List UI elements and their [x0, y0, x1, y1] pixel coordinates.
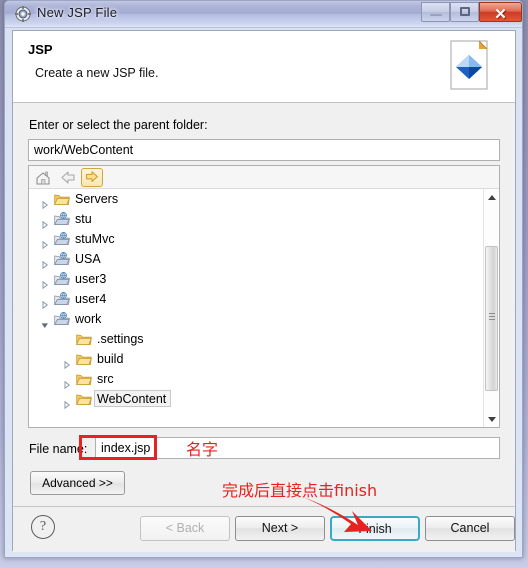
cancel-button[interactable]: Cancel — [425, 516, 515, 541]
help-icon[interactable]: ? — [31, 515, 55, 539]
folder-icon — [76, 332, 92, 346]
tree-item-label: stuMvc — [75, 232, 115, 246]
tree-item[interactable]: stu — [29, 209, 483, 230]
next-button[interactable]: Next > — [235, 516, 325, 541]
parent-folder-label: Enter or select the parent folder: — [29, 118, 208, 132]
finish-button[interactable]: Finish — [330, 516, 420, 541]
chevron-right-icon[interactable] — [63, 355, 71, 370]
tree-item[interactable]: WebContent — [29, 389, 483, 410]
file-name-input[interactable] — [95, 437, 500, 459]
chevron-right-icon[interactable] — [41, 195, 49, 210]
scrollbar-thumb[interactable] — [485, 246, 498, 391]
tree-item-label: USA — [75, 252, 101, 266]
file-name-label: File name: — [29, 442, 88, 456]
tree-item[interactable]: src — [29, 369, 483, 390]
folder-icon — [76, 392, 92, 406]
scroll-down-button[interactable] — [484, 411, 499, 427]
chevron-down-icon[interactable] — [41, 315, 49, 328]
page-title: JSP — [28, 42, 53, 57]
tree-item-label: src — [97, 372, 114, 386]
back-button[interactable]: < Back — [140, 516, 230, 541]
maximize-icon — [460, 7, 470, 16]
scroll-up-button[interactable] — [484, 189, 499, 205]
eclipse-gear-icon — [15, 6, 31, 22]
back-arrow-icon[interactable] — [57, 168, 79, 187]
close-icon: ✕ — [494, 7, 507, 23]
folder-icon — [76, 372, 92, 386]
chevron-right-icon[interactable] — [41, 275, 49, 290]
web-project-icon — [54, 232, 70, 246]
chevron-right-icon[interactable] — [63, 395, 71, 410]
tree-scrollbar[interactable] — [483, 189, 499, 427]
web-project-icon — [54, 292, 70, 306]
tree-item[interactable]: .settings — [29, 329, 483, 349]
chevron-right-icon[interactable] — [41, 235, 49, 250]
folder-tree-list[interactable]: Servers stu stuMvc USA user3 user4 work … — [29, 189, 483, 427]
tree-item-label: user3 — [75, 272, 107, 286]
maximize-button[interactable] — [450, 2, 479, 22]
close-button[interactable]: ✕ — [479, 2, 522, 23]
folder-tree-panel[interactable]: Servers stu stuMvc USA user3 user4 work … — [28, 165, 500, 428]
new-jsp-file-dialog: JSP Create a new JSP file. Enter or sele… — [12, 30, 516, 552]
home-icon[interactable] — [33, 168, 55, 187]
tree-item[interactable]: Servers — [29, 189, 483, 210]
advanced-button[interactable]: Advanced >> — [30, 471, 125, 495]
tree-item[interactable]: stuMvc — [29, 229, 483, 250]
jsp-file-icon — [450, 40, 488, 90]
folder-icon — [54, 192, 70, 206]
window-title: New JSP File — [37, 5, 118, 20]
screen: New JSP File ✕ JSP Create a new JSP file… — [0, 0, 528, 568]
forward-arrow-icon[interactable] — [81, 168, 103, 187]
web-project-icon — [54, 312, 70, 326]
tree-item[interactable]: USA — [29, 249, 483, 270]
chevron-right-icon[interactable] — [63, 375, 71, 390]
tree-item[interactable]: user4 — [29, 289, 483, 310]
tree-item-label: WebContent — [97, 392, 167, 406]
parent-folder-input[interactable] — [28, 139, 500, 161]
tree-item-label: user4 — [75, 292, 107, 306]
chevron-up-icon — [488, 195, 496, 200]
folder-icon — [76, 352, 92, 366]
minimize-button[interactable] — [421, 2, 450, 22]
annotation-finish-note: 完成后直接点击finish — [222, 481, 378, 500]
tree-item-label: work — [75, 312, 102, 326]
tree-item-label: Servers — [75, 192, 119, 206]
web-project-icon — [54, 212, 70, 226]
dialog-window: New JSP File ✕ JSP Create a new JSP file… — [4, 0, 523, 558]
tree-item-label: stu — [75, 212, 92, 226]
tree-item[interactable]: work — [29, 309, 483, 329]
dialog-header: JSP Create a new JSP file. — [13, 31, 515, 103]
page-description: Create a new JSP file. — [35, 66, 159, 80]
dialog-button-bar: ? < Back Next > Finish Cancel — [13, 507, 515, 552]
chevron-right-icon[interactable] — [41, 295, 49, 310]
chevron-down-icon — [488, 417, 496, 422]
web-project-icon — [54, 252, 70, 266]
web-project-icon — [54, 272, 70, 286]
chevron-right-icon[interactable] — [41, 215, 49, 230]
tree-item[interactable]: build — [29, 349, 483, 370]
tree-item-label: build — [97, 352, 124, 366]
grip-icon — [489, 313, 495, 314]
chevron-right-icon[interactable] — [41, 255, 49, 270]
tree-item[interactable]: user3 — [29, 269, 483, 290]
tree-item-label: .settings — [97, 332, 144, 346]
title-bar: New JSP File ✕ — [5, 1, 522, 28]
tree-toolbar — [29, 166, 499, 189]
annotation-filename-note: 名字 — [186, 440, 219, 459]
